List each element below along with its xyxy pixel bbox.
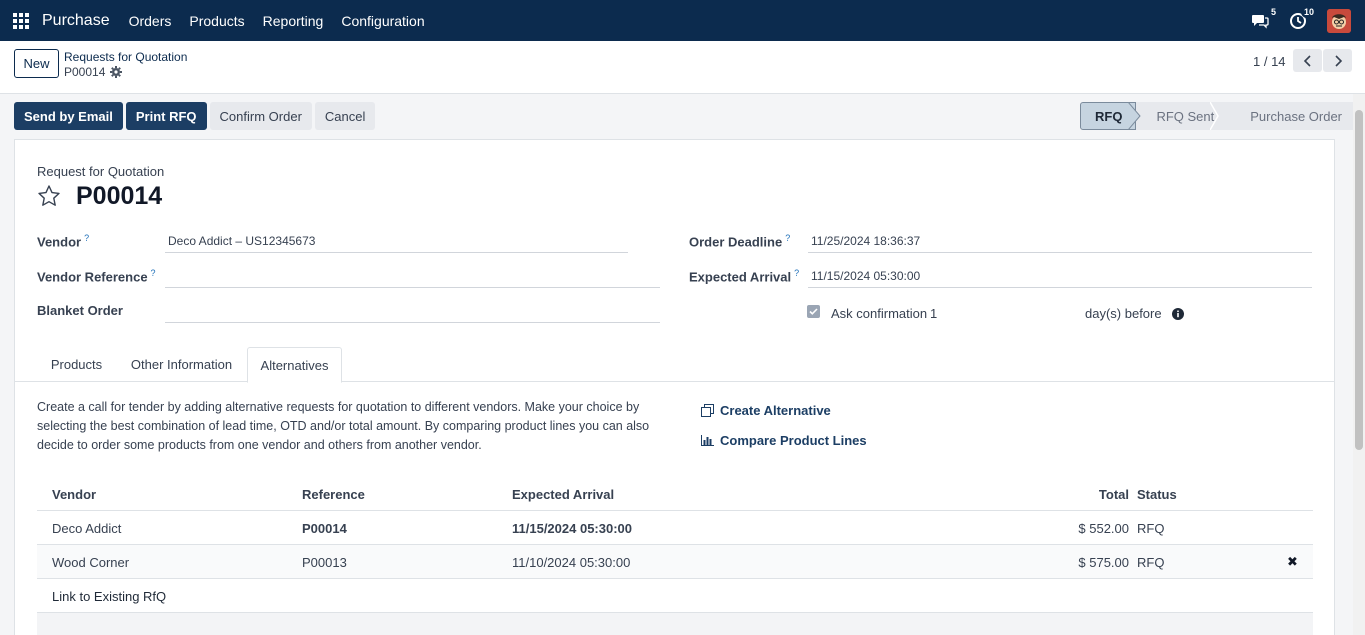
- cancel-button[interactable]: Cancel: [314, 102, 376, 130]
- form-title-label: Request for Quotation: [37, 164, 165, 179]
- activities-icon[interactable]: 10: [1289, 5, 1317, 30]
- form-actions: Send by Email Print RFQ Confirm Order Ca…: [14, 102, 376, 130]
- table-row[interactable]: Wood Corner P00013 11/10/2024 05:30:00 $…: [37, 544, 1313, 578]
- row-vendor: Wood Corner: [52, 554, 130, 570]
- ask-confirmation-checkbox[interactable]: [807, 305, 820, 318]
- tab-other-information[interactable]: Other Information: [119, 347, 244, 382]
- nav-reporting[interactable]: Reporting: [263, 13, 324, 29]
- app-menu-icon[interactable]: [13, 12, 29, 29]
- compare-product-lines-button[interactable]: Compare Product Lines: [701, 433, 867, 448]
- blanket-order-label: Blanket Order: [37, 303, 123, 318]
- breadcrumb-parent[interactable]: Requests for Quotation: [64, 50, 187, 64]
- chevron-right-icon: [1334, 54, 1342, 67]
- nav-configuration[interactable]: Configuration: [341, 13, 424, 29]
- user-avatar[interactable]: [1327, 8, 1351, 33]
- order-deadline-help-icon[interactable]: ?: [785, 233, 790, 243]
- order-deadline-label: Order Deadline?: [689, 233, 790, 249]
- expected-arrival-label: Expected Arrival?: [689, 268, 799, 284]
- pager-next-button[interactable]: [1323, 49, 1352, 72]
- row-expected-arrival: 11/10/2024 05:30:00: [512, 554, 631, 570]
- tab-alternatives[interactable]: Alternatives: [247, 347, 342, 383]
- table-row[interactable]: Deco Addict P00014 11/15/2024 05:30:00 $…: [37, 510, 1313, 544]
- table-footer: [37, 612, 1313, 635]
- star-icon[interactable]: [37, 184, 61, 208]
- row-total: $ 552.00: [1078, 520, 1129, 536]
- order-deadline-label-text: Order Deadline: [689, 234, 783, 250]
- info-icon[interactable]: [1172, 308, 1184, 320]
- expected-arrival-field[interactable]: 11/15/2024 05:30:00: [808, 264, 1312, 288]
- pager-previous-button[interactable]: [1293, 49, 1322, 72]
- gear-icon[interactable]: [110, 66, 123, 78]
- row-expected-arrival: 11/15/2024 05:30:00: [512, 520, 632, 536]
- messages-icon[interactable]: 5: [1251, 5, 1279, 30]
- vendor-help-icon[interactable]: ?: [84, 233, 89, 243]
- form-title: P00014: [76, 182, 163, 210]
- row-reference: P00014: [302, 520, 347, 536]
- ask-confirmation-label: Ask confirmation: [831, 306, 928, 321]
- days-before-label: day(s) before: [1085, 306, 1162, 321]
- column-expected-arrival[interactable]: Expected Arrival: [512, 478, 614, 510]
- confirm-order-button[interactable]: Confirm Order: [209, 102, 312, 130]
- copy-icon: [701, 404, 714, 417]
- send-by-email-button[interactable]: Send by Email: [14, 102, 123, 130]
- row-total: $ 575.00: [1078, 554, 1129, 570]
- nav-products[interactable]: Products: [189, 13, 244, 29]
- vendor-reference-label: Vendor Reference?: [37, 268, 156, 284]
- column-vendor[interactable]: Vendor: [52, 478, 96, 510]
- vendor-label-text: Vendor: [37, 234, 82, 250]
- scrollbar-thumb[interactable]: [1355, 110, 1363, 450]
- breadcrumb-current: P00014: [64, 65, 123, 79]
- pager-value[interactable]: 1 / 14: [1253, 54, 1286, 69]
- new-button[interactable]: New: [14, 49, 59, 78]
- expected-arrival-help-icon[interactable]: ?: [794, 268, 799, 278]
- activities-badge: 10: [1300, 5, 1317, 18]
- vendor-reference-help-icon[interactable]: ?: [151, 268, 156, 278]
- create-alternative-button[interactable]: Create Alternative: [701, 403, 831, 418]
- row-status: RFQ: [1137, 554, 1165, 570]
- order-deadline-field[interactable]: 11/25/2024 18:36:37: [808, 229, 1312, 253]
- top-navbar: Purchase Orders Products Reporting Confi…: [0, 0, 1365, 41]
- form-tabs: Products Other Information Alternatives: [15, 347, 1334, 383]
- row-status: RFQ: [1137, 520, 1165, 536]
- status-purchase-order[interactable]: Purchase Order: [1232, 102, 1359, 130]
- bar-chart-icon: [701, 435, 714, 446]
- messages-badge: 5: [1267, 5, 1279, 18]
- status-separator: [1128, 102, 1141, 130]
- tab-products[interactable]: Products: [38, 347, 115, 382]
- app-name[interactable]: Purchase: [42, 12, 110, 30]
- ask-confirmation-days-field[interactable]: 1: [930, 306, 937, 321]
- control-panel: New Requests for Quotation P00014 1 / 14: [0, 41, 1365, 94]
- form-sheet: Request for Quotation P00014 Vendor? Dec…: [14, 139, 1335, 635]
- remove-row-icon[interactable]: ✖: [1287, 545, 1298, 579]
- vendor-reference-label-text: Vendor Reference: [37, 269, 148, 285]
- page-scrollbar[interactable]: [1353, 94, 1365, 635]
- vendor-reference-field[interactable]: [165, 264, 660, 288]
- chevron-left-icon: [1303, 54, 1311, 67]
- compare-product-lines-label: Compare Product Lines: [720, 433, 867, 448]
- row-reference: P00013: [302, 554, 347, 570]
- expected-arrival-label-text: Expected Arrival: [689, 269, 792, 285]
- vendor-label: Vendor?: [37, 233, 89, 249]
- link-existing-rfq-button[interactable]: Link to Existing RfQ: [52, 579, 166, 613]
- row-vendor: Deco Addict: [52, 520, 122, 536]
- create-alternative-label: Create Alternative: [720, 403, 831, 418]
- vendor-field[interactable]: Deco Addict – US12345673: [165, 229, 628, 253]
- alternatives-description: Create a call for tender by adding alter…: [37, 400, 650, 452]
- print-rfq-button[interactable]: Print RFQ: [125, 102, 207, 130]
- column-status[interactable]: Status: [1137, 478, 1177, 510]
- check-icon: [809, 308, 818, 315]
- column-reference[interactable]: Reference: [302, 478, 365, 510]
- nav-orders[interactable]: Orders: [129, 13, 172, 29]
- table-row-add: Link to Existing RfQ: [37, 578, 1313, 612]
- blanket-order-field[interactable]: [165, 299, 660, 323]
- breadcrumb-current-label: P00014: [64, 65, 106, 79]
- status-separator: [1210, 102, 1219, 130]
- column-total[interactable]: Total: [1077, 478, 1129, 510]
